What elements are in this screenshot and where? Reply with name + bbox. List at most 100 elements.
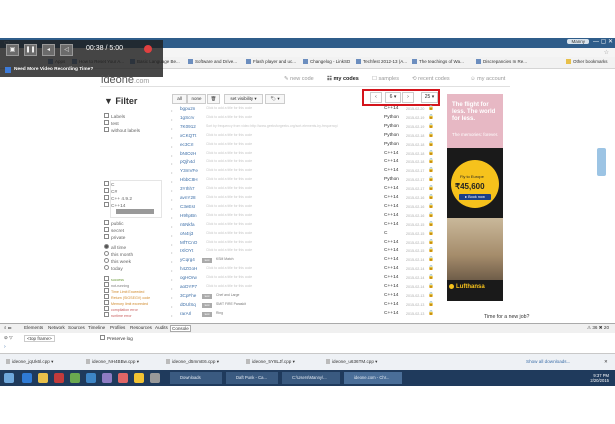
row-checkbox[interactable]: •: [171, 108, 172, 113]
download-item[interactable]: ideone_NH4BBw.cpp ▾: [86, 359, 139, 365]
code-id-link[interactable]: ec3CrI: [180, 142, 194, 147]
clear-console-icon[interactable]: ⊘ ▽: [4, 335, 13, 341]
pause-icon[interactable]: ❚❚: [24, 44, 37, 56]
console-prompt[interactable]: ›: [4, 344, 6, 350]
task-daft-punk[interactable]: Daft Punk - Ca...: [226, 372, 278, 384]
code-id-link[interactable]: n5Nkfa: [180, 222, 195, 227]
bookmark-item[interactable]: Changelog - LinkSD: [303, 59, 350, 64]
code-row[interactable]: • pQjh4d Click to add a title for this cod…: [170, 159, 442, 168]
system-clock[interactable]: 9:37 PM 2/20/2015: [590, 373, 609, 383]
vis-private[interactable]: private: [104, 234, 125, 241]
code-id-link[interactable]: avnY28: [180, 195, 196, 200]
code-title[interactable]: Click to add a title for this code: [206, 231, 252, 235]
preserve-log-checkbox[interactable]: Preserve log: [100, 335, 133, 341]
more-time-link[interactable]: Need More Video Recording Time?: [14, 67, 93, 72]
user-badge[interactable]: Manny: [567, 39, 589, 44]
tab-console[interactable]: Console: [170, 325, 191, 332]
code-id-link[interactable]: C3eEsI: [180, 204, 195, 209]
tab-elements[interactable]: Elements: [24, 325, 43, 330]
row-checkbox[interactable]: •: [171, 170, 172, 175]
record-icon[interactable]: ▣: [6, 44, 19, 56]
task-downloads[interactable]: Downloads: [170, 372, 222, 384]
app-icon[interactable]: [70, 373, 80, 383]
nav-recent-codes[interactable]: ⟲ recent codes: [412, 76, 450, 82]
nav-new-code[interactable]: ✎ new code: [284, 76, 314, 82]
time-week[interactable]: this week: [104, 258, 131, 265]
row-checkbox[interactable]: •: [171, 206, 172, 211]
app-icon[interactable]: [134, 373, 144, 383]
row-checkbox[interactable]: •: [171, 313, 172, 318]
row-checkbox[interactable]: •: [171, 286, 172, 291]
code-id-link[interactable]: bgpu2n: [180, 106, 195, 111]
console-panel[interactable]: ⊘ ▽ <top frame> Preserve log ›: [0, 333, 615, 354]
code-title[interactable]: Click to add a title for this code: [206, 151, 252, 155]
code-id-link[interactable]: H9hpBn: [180, 213, 197, 218]
code-title[interactable]: Click to add a title for this code: [206, 284, 252, 288]
code-title[interactable]: Click to add a title for this code: [206, 240, 252, 244]
code-id-link[interactable]: IXlOYt: [180, 248, 193, 253]
code-row[interactable]: • 7K0912 Sort by frequency from video http…: [170, 124, 442, 133]
download-item[interactable]: ideone_u636TM.cpp ▾: [326, 359, 377, 365]
vis-secret[interactable]: secret: [104, 227, 124, 234]
code-id-link[interactable]: yCqrg4: [180, 257, 195, 262]
download-item[interactable]: ideone_jqUk6l.cpp ▾: [6, 359, 53, 365]
set-visibility-button[interactable]: set visibility ▾: [224, 94, 263, 104]
nav-my-codes[interactable]: ☷ my codes: [327, 76, 359, 82]
code-row[interactable]: • rarAIl test Ring C++14 2015-02-13 🔒: [170, 311, 442, 320]
code-row[interactable]: • oN4Ij3 Click to add a title for this cod…: [170, 231, 442, 240]
code-id-link[interactable]: xCKQTt: [180, 133, 196, 138]
lang-cpp14[interactable]: C++14: [104, 202, 125, 209]
code-title[interactable]: Click to add a title for this code: [206, 213, 252, 217]
close-downloads-icon[interactable]: ✕: [604, 359, 608, 365]
code-title[interactable]: Click to add a title for this code: [206, 248, 252, 252]
code-title[interactable]: Click to add a title for this code: [206, 142, 252, 146]
code-id-link[interactable]: pQjh4d: [180, 159, 195, 164]
download-item[interactable]: ideone_5Y8LJf.cpp ▾: [246, 359, 295, 365]
nav-samples[interactable]: ☐ samples: [372, 76, 399, 82]
code-id-link[interactable]: MfTCnO: [180, 240, 197, 245]
delete-button[interactable]: 🗑: [207, 94, 220, 104]
code-row[interactable]: • n5Nkfa Click to add a title for this cod…: [170, 222, 442, 231]
next-page-button[interactable]: ›: [402, 92, 414, 103]
code-title[interactable]: Click to add a title for this code: [206, 186, 252, 190]
app-icon[interactable]: [150, 373, 160, 383]
task-folder[interactable]: C:\Users\Manny\...: [282, 372, 340, 384]
select-none-button[interactable]: none: [187, 94, 206, 104]
row-checkbox[interactable]: •: [171, 250, 172, 255]
label-test[interactable]: test: [104, 120, 119, 127]
tab-sources[interactable]: Sources: [68, 325, 85, 330]
site-logo[interactable]: ideone.com: [101, 74, 149, 86]
row-checkbox[interactable]: •: [171, 179, 172, 184]
code-row[interactable]: • HbbC8H Click to add a title for this cod…: [170, 177, 442, 186]
code-row[interactable]: • xCKQTt Click to add a title for this cod…: [170, 133, 442, 142]
row-checkbox[interactable]: •: [171, 161, 172, 166]
bookmark-item[interactable]: The teachings of Wa...: [412, 59, 464, 64]
row-checkbox[interactable]: •: [171, 197, 172, 202]
lang-c[interactable]: C: [104, 181, 114, 188]
code-row[interactable]: • C3eEsI Click to add a title for this cod…: [170, 204, 442, 213]
show-all-downloads-link[interactable]: Show all downloads...: [526, 359, 570, 364]
row-checkbox[interactable]: •: [171, 144, 172, 149]
row-checkbox[interactable]: •: [171, 188, 172, 193]
bookmark-item[interactable]: Flash player and uc...: [246, 59, 296, 64]
code-id-link[interactable]: bNtOzH: [180, 151, 196, 156]
app-icon[interactable]: [86, 373, 96, 383]
labels-button[interactable]: 🏷 ▾: [265, 94, 285, 104]
time-today[interactable]: today: [104, 265, 123, 272]
stop-recording-icon[interactable]: [144, 45, 152, 53]
code-row[interactable]: • aoDYP7 Click to add a title for this cod…: [170, 284, 442, 293]
bookmark-item[interactable]: Software and Drive...: [188, 59, 237, 64]
row-checkbox[interactable]: •: [171, 259, 172, 264]
download-item[interactable]: ideone_d5mmE6.cpp ▾: [166, 359, 219, 365]
code-row[interactable]: • H9hpBn Click to add a title for this cod…: [170, 213, 442, 222]
label-without[interactable]: without labels: [104, 127, 140, 134]
code-title[interactable]: KSM Match: [216, 257, 234, 261]
code-id-link[interactable]: h4ZGoH: [180, 266, 197, 271]
row-checkbox[interactable]: •: [171, 304, 172, 309]
bookmark-item[interactable]: Techfest 2012-13 (A...: [356, 59, 407, 64]
code-title[interactable]: Click to add a title for this code: [206, 115, 252, 119]
row-checkbox[interactable]: •: [171, 268, 172, 273]
row-checkbox[interactable]: •: [171, 295, 172, 300]
vis-public[interactable]: public: [104, 220, 124, 227]
back-icon[interactable]: ◂: [42, 44, 55, 56]
